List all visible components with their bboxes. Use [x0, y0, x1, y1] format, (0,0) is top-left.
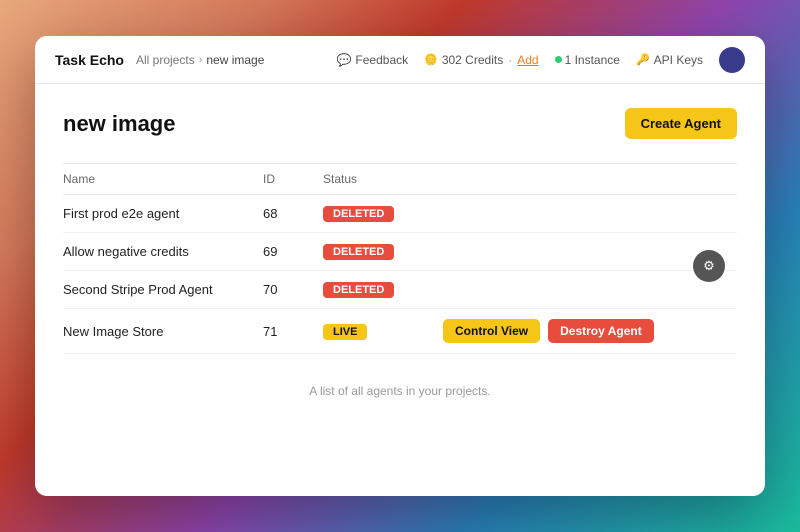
- coin-icon: 🪙: [424, 53, 438, 66]
- user-avatar[interactable]: [719, 47, 745, 73]
- speech-icon: 💬: [336, 53, 351, 67]
- breadcrumb-current: new image: [206, 53, 264, 67]
- agent-name: First prod e2e agent: [63, 206, 263, 221]
- status-badge: DELETED: [323, 206, 394, 222]
- key-icon: 🔑: [636, 53, 650, 66]
- main-content: new image Create Agent Name ID Status Fi…: [35, 84, 765, 496]
- create-agent-button[interactable]: Create Agent: [625, 108, 737, 139]
- table-empty-hint: A list of all agents in your projects.: [63, 374, 737, 408]
- agent-id: 69: [263, 244, 323, 259]
- status-badge: DELETED: [323, 244, 394, 260]
- row-actions: Control View Destroy Agent: [443, 319, 737, 343]
- table-row: First prod e2e agent 68 DELETED: [63, 195, 737, 233]
- instance-display[interactable]: 1 Instance: [555, 53, 620, 67]
- api-keys-link[interactable]: 🔑 API Keys: [636, 53, 703, 67]
- col-name: Name: [63, 172, 263, 186]
- table-header: Name ID Status: [63, 164, 737, 195]
- add-credits-link[interactable]: Add: [517, 53, 538, 67]
- feedback-label: Feedback: [355, 53, 408, 67]
- agent-status: DELETED: [323, 205, 443, 222]
- breadcrumb-parent[interactable]: All projects: [136, 53, 195, 67]
- table-body: First prod e2e agent 68 DELETED Allow ne…: [63, 195, 737, 354]
- status-badge: DELETED: [323, 282, 394, 298]
- settings-icon: ⚙: [703, 258, 715, 274]
- agent-name: New Image Store: [63, 324, 263, 339]
- breadcrumb-sep: ›: [199, 54, 203, 66]
- api-keys-label: API Keys: [654, 53, 703, 67]
- col-id: ID: [263, 172, 323, 186]
- control-view-button[interactable]: Control View: [443, 319, 540, 343]
- col-status: Status: [323, 172, 443, 186]
- credits-amount: 302 Credits: [442, 53, 503, 67]
- feedback-link[interactable]: 💬 Feedback: [336, 53, 408, 67]
- agents-table: Name ID Status First prod e2e agent 68 D…: [63, 163, 737, 408]
- agent-id: 68: [263, 206, 323, 221]
- nav-right: 💬 Feedback 🪙 302 Credits · Add 1 Instanc…: [336, 47, 745, 73]
- instance-label: 1 Instance: [565, 53, 620, 67]
- agent-status: DELETED: [323, 243, 443, 260]
- page-header: new image Create Agent: [63, 108, 737, 139]
- table-row: Allow negative credits 69 DELETED: [63, 233, 737, 271]
- instance-status-dot: [555, 56, 562, 63]
- table-row: Second Stripe Prod Agent 70 DELETED: [63, 271, 737, 309]
- app-brand: Task Echo: [55, 52, 124, 68]
- navbar: Task Echo All projects › new image 💬 Fee…: [35, 36, 765, 84]
- credits-display[interactable]: 🪙 302 Credits · Add: [424, 53, 538, 67]
- agent-name: Second Stripe Prod Agent: [63, 282, 263, 297]
- agent-status: DELETED: [323, 281, 443, 298]
- agent-id: 70: [263, 282, 323, 297]
- destroy-agent-button[interactable]: Destroy Agent: [548, 319, 654, 343]
- col-actions: [443, 172, 737, 186]
- agent-name: Allow negative credits: [63, 244, 263, 259]
- floating-action-button[interactable]: ⚙: [693, 250, 725, 282]
- agent-status: LIVE: [323, 323, 443, 340]
- breadcrumb: All projects › new image: [136, 53, 264, 67]
- agent-actions: Control View Destroy Agent: [443, 319, 737, 343]
- status-badge: LIVE: [323, 324, 367, 340]
- page-title: new image: [63, 111, 175, 137]
- agent-id: 71: [263, 324, 323, 339]
- table-row: New Image Store 71 LIVE Control View Des…: [63, 309, 737, 354]
